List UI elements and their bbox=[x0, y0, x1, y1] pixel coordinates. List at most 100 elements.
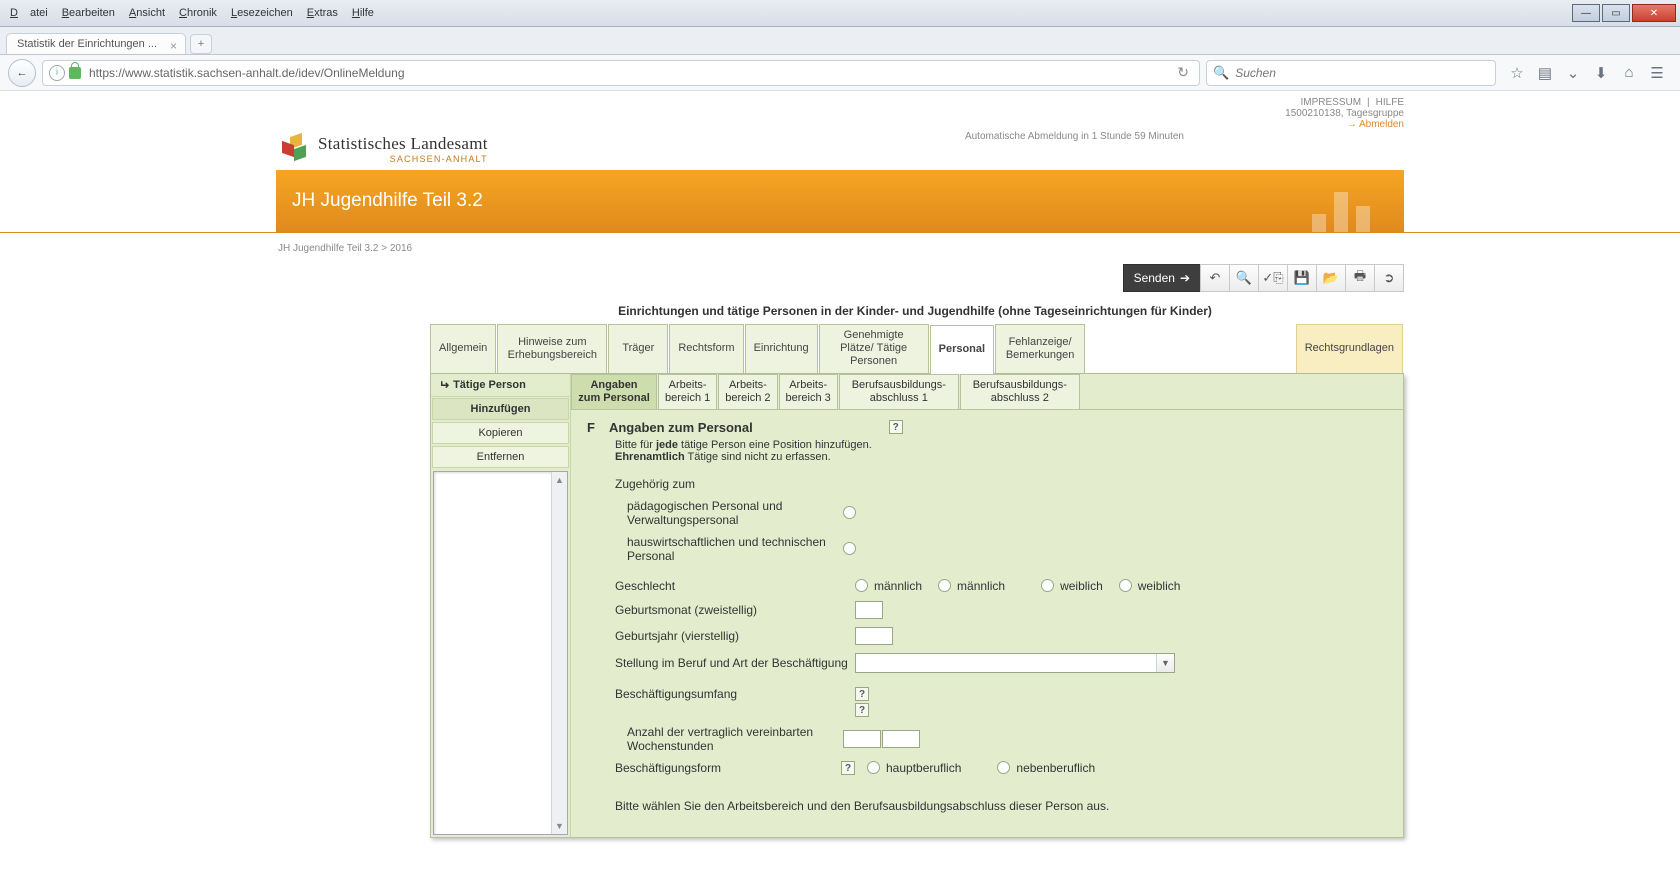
hilfe-link[interactable]: HILFE bbox=[1376, 97, 1404, 108]
side-add-button[interactable]: Hinzufügen bbox=[432, 398, 569, 420]
menu-bookmarks[interactable]: Lesezeichen bbox=[225, 4, 299, 22]
window-chrome: Datei Bearbeiten Ansicht Chronik Lesezei… bbox=[0, 0, 1680, 27]
tab-rechtsgrundlagen[interactable]: Rechtsgrundlagen bbox=[1296, 324, 1403, 373]
url-input[interactable] bbox=[87, 65, 1173, 81]
tab-einrichtung[interactable]: Einrichtung bbox=[745, 324, 818, 373]
menu-file[interactable]: Datei bbox=[4, 4, 54, 22]
input-gebjahr[interactable] bbox=[855, 627, 893, 645]
input-wochen1[interactable] bbox=[843, 730, 881, 748]
input-gebmonat[interactable] bbox=[855, 601, 883, 619]
check-button[interactable]: ✓⎘ bbox=[1258, 264, 1288, 292]
tab-title: Statistik der Einrichtungen ... bbox=[17, 38, 157, 50]
tab-fehlanzeige[interactable]: Fehlanzeige/ Bemerkungen bbox=[995, 324, 1085, 373]
downloads-icon[interactable]: ⬇ bbox=[1592, 64, 1610, 82]
radio-hauswirt[interactable] bbox=[843, 542, 856, 555]
search-icon: 🔍 bbox=[1213, 65, 1229, 81]
undo-button[interactable]: ↶ bbox=[1200, 264, 1230, 292]
menu-edit[interactable]: Bearbeiten bbox=[56, 4, 121, 22]
stab-angaben[interactable]: Angaben zum Personal bbox=[571, 374, 657, 409]
person-listbox[interactable]: ▲ ▼ bbox=[433, 471, 568, 835]
tab-allgemein[interactable]: Allgemein bbox=[430, 324, 496, 373]
radio-paed[interactable] bbox=[843, 506, 856, 519]
exit-button[interactable]: ➲ bbox=[1374, 264, 1404, 292]
tab-personal[interactable]: Personal bbox=[930, 325, 994, 374]
tab-traeger[interactable]: Träger bbox=[608, 324, 668, 373]
logo-text-1: Statistisches Landesamt bbox=[318, 134, 488, 154]
tab-hinweise[interactable]: Hinweise zum Erhebungsbereich bbox=[497, 324, 607, 373]
browser-tab[interactable]: Statistik der Einrichtungen ... × bbox=[6, 33, 186, 54]
help-umfang2-icon[interactable]: ? bbox=[855, 703, 869, 717]
info-icon[interactable]: i bbox=[49, 65, 65, 81]
search-input[interactable] bbox=[1233, 65, 1489, 81]
menu-view[interactable]: Ansicht bbox=[123, 4, 171, 22]
radio-w1[interactable] bbox=[1041, 579, 1054, 592]
radio-w2[interactable] bbox=[1119, 579, 1132, 592]
main-column: Angaben zum Personal Arbeits-bereich 1 A… bbox=[571, 374, 1403, 837]
lbl-umfang: Beschäftigungsumfang bbox=[615, 687, 855, 701]
footer-note: Bitte wählen Sie den Arbeitsbereich und … bbox=[615, 799, 1387, 813]
tab-close-icon[interactable]: × bbox=[170, 39, 177, 53]
send-button[interactable]: Senden ➔ bbox=[1123, 264, 1201, 292]
back-button[interactable]: ← bbox=[8, 59, 36, 87]
pocket-icon[interactable]: ⌄ bbox=[1564, 64, 1582, 82]
lbl-gebm: Geburtsmonat (zweistellig) bbox=[615, 603, 855, 617]
exit-icon: ➲ bbox=[1384, 270, 1395, 286]
search-bar[interactable]: 🔍 bbox=[1206, 60, 1496, 86]
stab-ab2[interactable]: Arbeits-bereich 2 bbox=[718, 374, 777, 409]
logout-link[interactable]: Abmelden bbox=[1347, 119, 1404, 130]
radio-neben[interactable] bbox=[997, 761, 1010, 774]
hamburger-icon[interactable]: ☰ bbox=[1648, 64, 1666, 82]
stab-ba1[interactable]: Berufsausbildungs-abschluss 1 bbox=[839, 374, 959, 409]
lbl-wochen: Anzahl der vertraglich vereinbarten Woch… bbox=[615, 725, 843, 753]
radio-m2[interactable] bbox=[938, 579, 951, 592]
stab-ab1[interactable]: Arbeits-bereich 1 bbox=[658, 374, 717, 409]
side-copy-button[interactable]: Kopieren bbox=[432, 422, 569, 444]
primary-tabs: Allgemein Hinweise zum Erhebungsbereich … bbox=[430, 324, 1404, 374]
hint-text: Bitte für jede tätige Person eine Positi… bbox=[615, 439, 1387, 463]
url-bar[interactable]: i ↻ bbox=[42, 60, 1200, 86]
stab-ba2[interactable]: Berufsausbildungs-abschluss 2 bbox=[960, 374, 1080, 409]
bookmark-star-icon[interactable]: ☆ bbox=[1508, 64, 1526, 82]
radio-m1[interactable] bbox=[855, 579, 868, 592]
banner-title: JH Jugendhilfe Teil 3.2 bbox=[292, 190, 483, 212]
check-doc-icon: ✓⎘ bbox=[1262, 270, 1283, 286]
side-remove-button[interactable]: Entfernen bbox=[432, 446, 569, 468]
close-window-button[interactable]: ✕ bbox=[1632, 4, 1676, 22]
banner: JH Jugendhilfe Teil 3.2 bbox=[276, 170, 1404, 232]
logo-cube-icon bbox=[282, 135, 310, 163]
action-toolbar: Senden ➔ ↶ 🔍 ✓⎘ 💾 📂 🖶 ➲ bbox=[276, 260, 1404, 296]
reload-icon[interactable]: ↻ bbox=[1173, 64, 1193, 81]
help-form-icon[interactable]: ? bbox=[841, 761, 855, 775]
browser-menubar: Datei Bearbeiten Ansicht Chronik Lesezei… bbox=[4, 4, 380, 22]
scroll-down-icon[interactable]: ▼ bbox=[552, 818, 567, 834]
lbl-gebj: Geburtsjahr (vierstellig) bbox=[615, 629, 855, 643]
help-heading-icon[interactable]: ? bbox=[889, 420, 903, 434]
radio-haupt[interactable] bbox=[867, 761, 880, 774]
save-button[interactable]: 💾 bbox=[1287, 264, 1317, 292]
open-button[interactable]: 📂 bbox=[1316, 264, 1346, 292]
form-heading: Angaben zum Personal bbox=[609, 420, 753, 435]
zoom-button[interactable]: 🔍 bbox=[1229, 264, 1259, 292]
menu-extras[interactable]: Extras bbox=[301, 4, 344, 22]
input-wochen2[interactable] bbox=[882, 730, 920, 748]
menu-help[interactable]: Hilfe bbox=[346, 4, 380, 22]
select-stellung[interactable]: ▼ bbox=[855, 653, 1175, 673]
menu-history[interactable]: Chronik bbox=[173, 4, 223, 22]
minimize-button[interactable]: — bbox=[1572, 4, 1600, 22]
scrollbar[interactable]: ▲ ▼ bbox=[551, 472, 567, 834]
form-body: F Angaben zum Personal ? Bitte für jede … bbox=[571, 410, 1403, 837]
tab-plaetze[interactable]: Genehmigte Plätze/ Tätige Personen bbox=[819, 324, 929, 373]
home-icon[interactable]: ⌂ bbox=[1620, 64, 1638, 82]
chevron-down-icon: ▼ bbox=[1156, 654, 1174, 672]
tab-rechtsform[interactable]: Rechtsform bbox=[669, 324, 743, 373]
library-icon[interactable]: ▤ bbox=[1536, 64, 1554, 82]
nav-icons: ☆ ▤ ⌄ ⬇ ⌂ ☰ bbox=[1502, 64, 1672, 82]
maximize-button[interactable]: ▭ bbox=[1602, 4, 1630, 22]
help-umfang1-icon[interactable]: ? bbox=[855, 687, 869, 701]
new-tab-button[interactable]: + bbox=[190, 34, 212, 54]
send-label: Senden bbox=[1134, 271, 1175, 285]
scroll-up-icon[interactable]: ▲ bbox=[552, 472, 567, 488]
stab-ab3[interactable]: Arbeits-bereich 3 bbox=[779, 374, 838, 409]
impressum-link[interactable]: IMPRESSUM bbox=[1300, 97, 1361, 108]
print-button[interactable]: 🖶 bbox=[1345, 264, 1375, 292]
